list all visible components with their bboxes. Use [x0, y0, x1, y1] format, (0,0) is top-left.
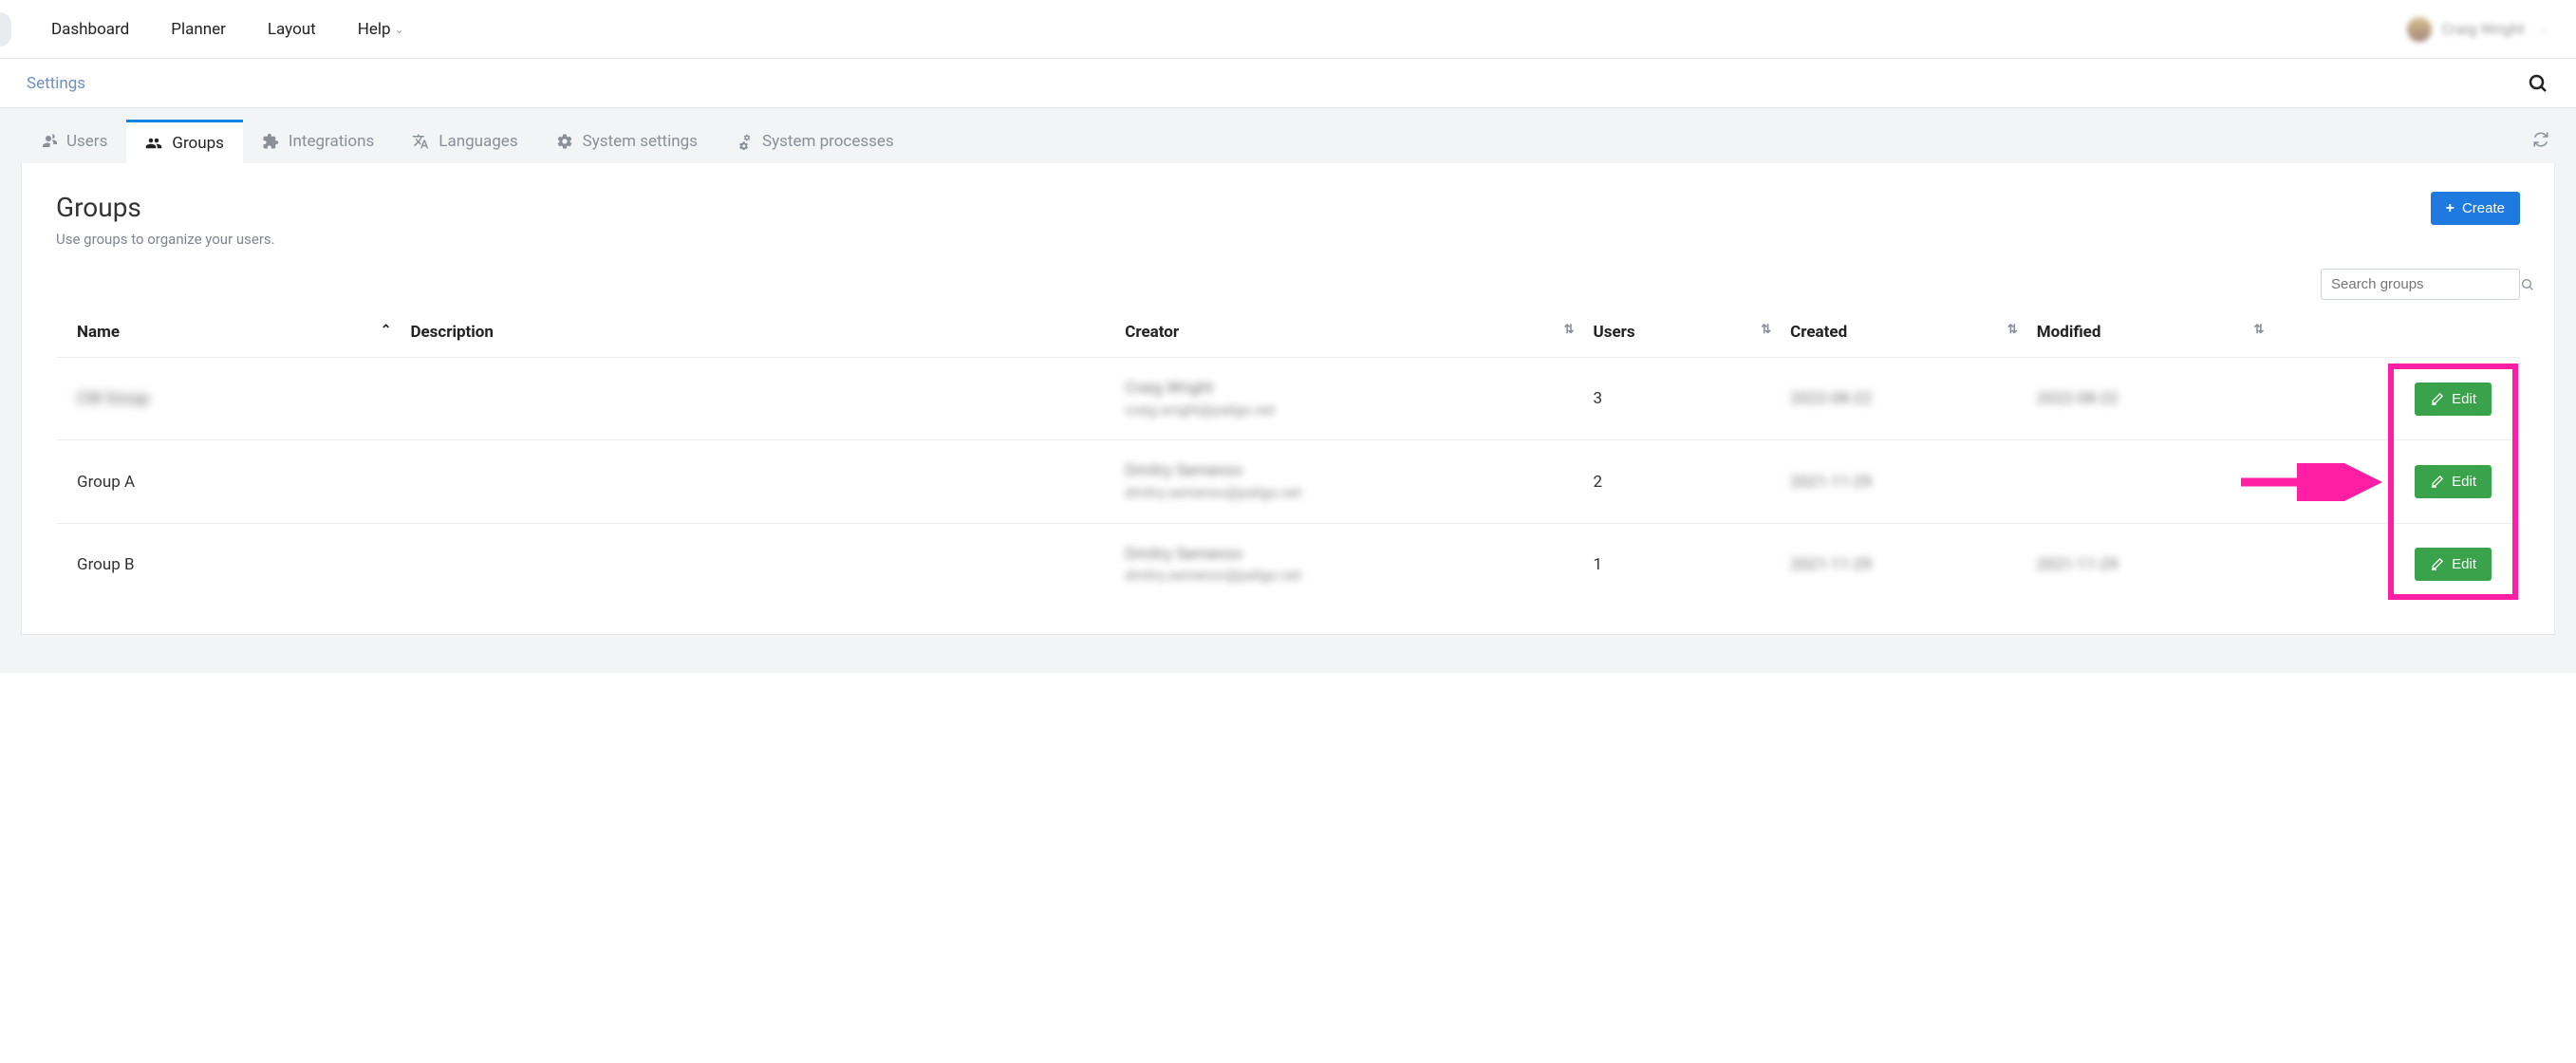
avatar	[2407, 17, 2432, 42]
row-users: 2	[1584, 440, 1782, 523]
row-created: 2022-08-22	[1790, 389, 1872, 408]
subheader: Settings	[0, 59, 2576, 108]
row-creator: Craig Wrightcraig.wright@paligo.net	[1125, 377, 1574, 420]
chevron-down-icon: ⌄	[2538, 23, 2548, 36]
sort-icon: ⇅	[2253, 323, 2264, 337]
page-title: Groups	[56, 192, 2431, 223]
nav-dashboard[interactable]: Dashboard	[30, 0, 150, 59]
tab-groups[interactable]: Groups	[126, 120, 243, 164]
tab-languages[interactable]: Languages	[393, 121, 536, 162]
edit-button-label: Edit	[2452, 391, 2476, 407]
edit-icon	[2430, 392, 2444, 406]
user-menu[interactable]: Craig Wright ⌄	[2407, 17, 2548, 42]
plus-icon: +	[2446, 201, 2455, 216]
col-creator[interactable]: Creator⇅	[1115, 311, 1583, 358]
col-modified[interactable]: Modified⇅	[2027, 311, 2274, 358]
settings-tabs: Users Groups Integrations Languages Syst…	[21, 108, 2555, 163]
chevron-down-icon: ⌄	[395, 23, 404, 36]
nav-help-label: Help	[358, 20, 391, 39]
col-name[interactable]: Name⌃	[56, 311, 401, 358]
gears-icon	[736, 133, 753, 150]
edit-button[interactable]: Edit	[2415, 382, 2492, 416]
sort-asc-icon: ⌃	[381, 323, 392, 338]
row-users: 1	[1584, 523, 1782, 606]
create-button-label: Create	[2462, 200, 2505, 216]
nav-layout[interactable]: Layout	[247, 0, 337, 59]
row-created: 2021-11-29	[1790, 473, 1872, 492]
row-created: 2021-11-29	[1790, 555, 1872, 574]
row-name[interactable]: Group A	[77, 473, 135, 492]
tab-integrations[interactable]: Integrations	[243, 121, 393, 162]
row-name[interactable]: Group B	[77, 555, 135, 574]
tab-system-processes-label: System processes	[762, 132, 894, 151]
page-subtitle: Use groups to organize your users.	[56, 231, 2431, 248]
refresh-button[interactable]	[2527, 120, 2555, 163]
search-icon	[2520, 277, 2535, 292]
row-creator: Dmitry Semenovdmitry.semenov@paligo.net	[1125, 459, 1574, 503]
edit-button-label: Edit	[2452, 556, 2476, 572]
users-icon	[40, 133, 57, 150]
gear-icon	[556, 133, 573, 150]
tab-system-settings-label: System settings	[583, 132, 698, 151]
sort-icon: ⇅	[1761, 323, 1771, 337]
logo-placeholder	[0, 12, 11, 47]
edit-icon	[2430, 475, 2444, 489]
edit-button[interactable]: Edit	[2415, 465, 2492, 498]
sort-icon: ⇅	[1564, 323, 1575, 337]
tab-groups-label: Groups	[172, 134, 224, 153]
table-row: CW Group Craig Wrightcraig.wright@paligo…	[56, 358, 2520, 440]
col-description[interactable]: Description	[401, 311, 1115, 358]
edit-icon	[2430, 557, 2444, 571]
tab-users-label: Users	[66, 132, 107, 151]
table-row: Group B Dmitry Semenovdmitry.semenov@pal…	[56, 523, 2520, 606]
language-icon	[412, 133, 429, 150]
group-icon	[145, 135, 162, 152]
search-input[interactable]	[2331, 276, 2520, 292]
search-groups-wrapper[interactable]	[2321, 269, 2520, 300]
row-creator: Dmitry Semenovdmitry.semenov@paligo.net	[1125, 543, 1574, 587]
breadcrumb-settings[interactable]: Settings	[27, 74, 85, 93]
row-name[interactable]: CW Group	[77, 389, 149, 408]
global-search-button[interactable]	[2527, 72, 2549, 95]
groups-panel: Groups Use groups to organize your users…	[21, 163, 2555, 635]
tab-integrations-label: Integrations	[289, 132, 374, 151]
puzzle-icon	[262, 133, 279, 150]
col-users[interactable]: Users⇅	[1584, 311, 1782, 358]
row-modified: 2021-11-29	[2037, 555, 2119, 574]
tab-languages-label: Languages	[439, 132, 517, 151]
edit-button-label: Edit	[2452, 474, 2476, 490]
sort-icon: ⇅	[2007, 323, 2018, 337]
page-body: Users Groups Integrations Languages Syst…	[0, 108, 2576, 673]
nav-help[interactable]: Help ⌄	[337, 0, 425, 59]
tab-users[interactable]: Users	[21, 121, 126, 162]
table-wrapper: Name⌃ Description Creator⇅ Users⇅ Create…	[56, 311, 2520, 606]
refresh-icon	[2532, 131, 2549, 148]
edit-button[interactable]: Edit	[2415, 548, 2492, 581]
user-name: Craig Wright	[2441, 20, 2524, 38]
tab-system-settings[interactable]: System settings	[537, 121, 717, 162]
nav-planner[interactable]: Planner	[150, 0, 247, 59]
groups-table: Name⌃ Description Creator⇅ Users⇅ Create…	[56, 311, 2520, 606]
table-row: Group A Dmitry Semenovdmitry.semenov@pal…	[56, 440, 2520, 523]
row-modified: 2022-08-22	[2037, 389, 2119, 408]
col-created[interactable]: Created⇅	[1781, 311, 2027, 358]
row-users: 3	[1584, 358, 1782, 440]
tab-system-processes[interactable]: System processes	[717, 121, 913, 162]
create-button[interactable]: + Create	[2431, 192, 2520, 225]
top-nav: Dashboard Planner Layout Help ⌄ Craig Wr…	[0, 0, 2576, 59]
